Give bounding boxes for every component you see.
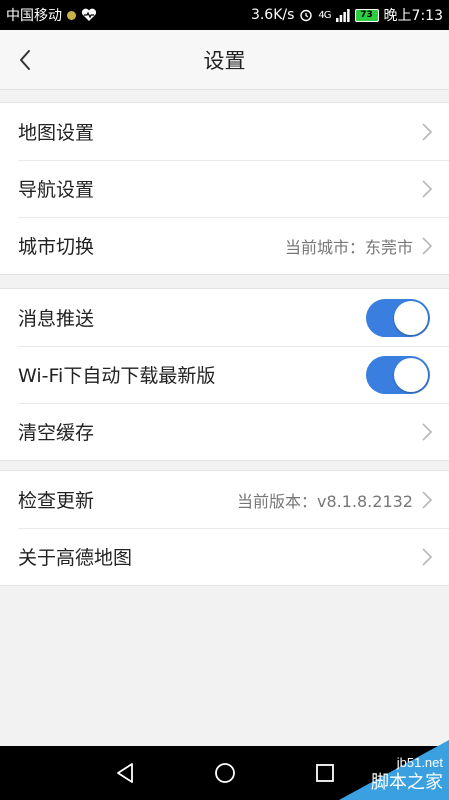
push-notification-item: 消息推送 — [0, 289, 449, 346]
system-nav-bar — [0, 746, 449, 800]
settings-group-map: 地图设置 导航设置 城市切换 当前城市：东莞市 — [0, 102, 449, 275]
clear-cache-item[interactable]: 清空缓存 — [0, 403, 449, 460]
chevron-right-icon — [422, 236, 433, 255]
signal-icon — [335, 8, 350, 22]
settings-group-general: 消息推送 Wi-Fi下自动下载最新版 清空缓存 — [0, 288, 449, 461]
city-switch-label: 城市切换 — [18, 236, 95, 258]
about-item[interactable]: 关于高德地图 — [0, 528, 449, 585]
header: 设置 — [0, 30, 449, 90]
check-update-item[interactable]: 检查更新 当前版本：v8.1.8.2132 — [0, 471, 449, 528]
carrier-label: 中国移动 — [6, 8, 62, 24]
map-settings-item[interactable]: 地图设置 — [0, 103, 449, 160]
page-title: 设置 — [203, 48, 246, 73]
status-right: 3.6K/s 4G 73 晚上7:13 — [251, 5, 443, 25]
back-button[interactable] — [10, 44, 40, 76]
chevron-left-icon — [20, 50, 30, 70]
chevron-right-icon — [422, 547, 433, 566]
current-city-value: 当前城市：东莞市 — [284, 237, 413, 257]
settings-group-about: 检查更新 当前版本：v8.1.8.2132 关于高德地图 — [0, 470, 449, 586]
check-update-label: 检查更新 — [18, 490, 95, 512]
chevron-right-icon — [422, 490, 433, 509]
network-speed: 3.6K/s — [250, 7, 295, 23]
nav-recents-button[interactable] — [305, 753, 345, 793]
navigation-settings-label: 导航设置 — [18, 179, 95, 201]
nav-home-button[interactable] — [205, 753, 245, 793]
clear-cache-label: 清空缓存 — [18, 422, 95, 444]
status-left: 中国移动 — [6, 5, 97, 25]
wifi-auto-download-item: Wi-Fi下自动下载最新版 — [0, 346, 449, 403]
map-settings-label: 地图设置 — [18, 122, 95, 144]
clock-time: 晚上7:13 — [383, 8, 443, 24]
toggle-knob — [394, 357, 428, 392]
circle-home-icon — [214, 763, 235, 783]
chevron-right-icon — [422, 179, 433, 198]
navigation-settings-item[interactable]: 导航设置 — [0, 160, 449, 217]
battery-icon: 73 — [354, 8, 379, 22]
notification-dot-icon — [67, 10, 76, 20]
status-bar: 中国移动 3.6K/s 4G 73 晚上7:13 — [0, 0, 449, 30]
heart-icon — [81, 8, 97, 21]
chevron-right-icon — [422, 422, 433, 441]
push-notification-toggle[interactable] — [366, 298, 430, 337]
toggle-knob — [394, 300, 428, 335]
city-switch-item[interactable]: 城市切换 当前城市：东莞市 — [0, 217, 449, 274]
current-version-value: 当前版本：v8.1.8.2132 — [237, 491, 413, 511]
chevron-right-icon — [422, 122, 433, 141]
push-notification-label: 消息推送 — [18, 308, 95, 330]
alarm-icon — [300, 9, 313, 22]
about-label: 关于高德地图 — [18, 547, 133, 569]
square-recents-icon — [315, 764, 334, 782]
nav-back-button[interactable] — [105, 753, 145, 793]
wifi-auto-download-label: Wi-Fi下自动下载最新版 — [18, 365, 216, 387]
wifi-auto-download-toggle[interactable] — [366, 355, 430, 394]
triangle-back-icon — [116, 763, 133, 783]
network-type-label: 4G — [318, 9, 331, 21]
